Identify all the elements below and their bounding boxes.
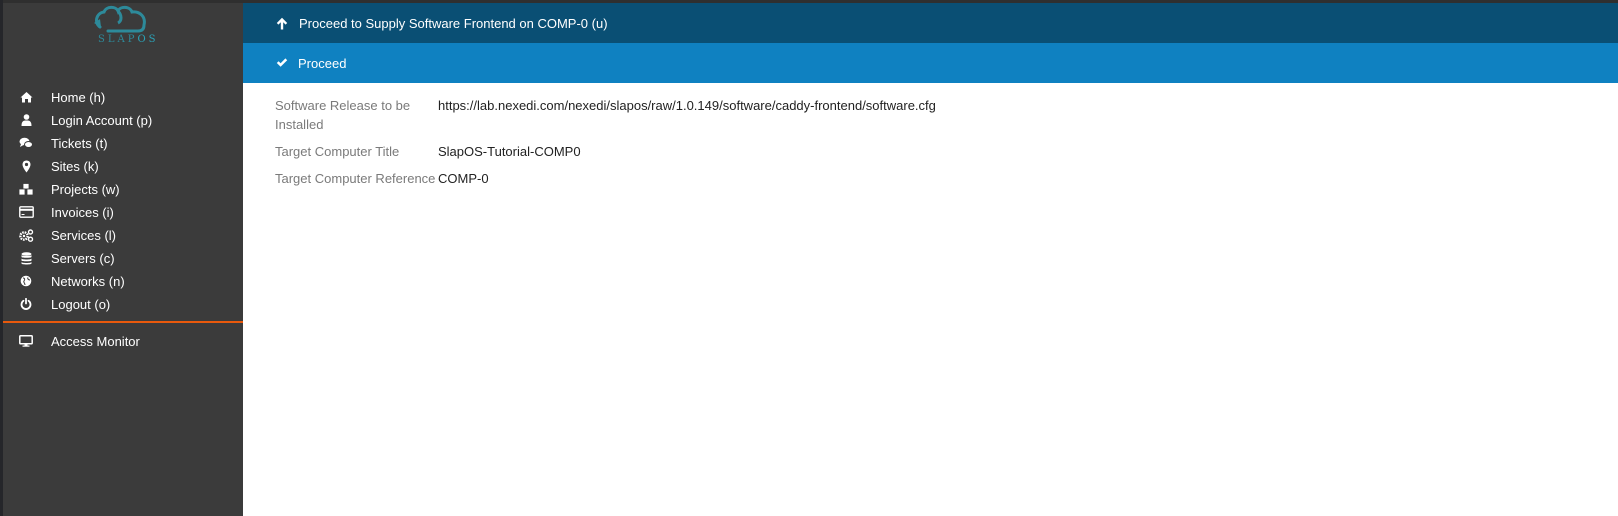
- cogs-icon: [18, 228, 34, 242]
- sidebar-item-label: Projects (w): [51, 182, 120, 197]
- sidebar-item-home[interactable]: Home (h): [3, 86, 243, 109]
- field-label: Target Computer Title: [275, 144, 400, 159]
- sidebar-item-logout[interactable]: Logout (o): [3, 293, 243, 316]
- sidebar-item-login-account[interactable]: Login Account (p): [3, 109, 243, 132]
- sidebar-item-label: Sites (k): [51, 159, 99, 174]
- sidebar-nav: Home (h) Login Account (p) Tickets (t) S…: [3, 86, 243, 316]
- field-value: COMP-0: [438, 171, 489, 186]
- sidebar-item-label: Access Monitor: [51, 334, 140, 349]
- sidebar-item-invoices[interactable]: Invoices (i): [3, 201, 243, 224]
- sidebar-item-services[interactable]: Services (l): [3, 224, 243, 247]
- home-icon: [18, 90, 34, 104]
- field-label: Target Computer Reference: [275, 171, 436, 186]
- field-target-computer-title: Target Computer Title SlapOS-Tutorial-CO…: [275, 142, 936, 161]
- sidebar-separator: [3, 321, 243, 323]
- brand-name-part: SLAP: [98, 34, 138, 45]
- desktop-icon: [18, 334, 34, 348]
- field-label: Software Release to be Installed: [275, 98, 411, 132]
- field-software-release: Software Release to be Installed https:/…: [275, 96, 936, 134]
- sidebar-item-tickets[interactable]: Tickets (t): [3, 132, 243, 155]
- brand-name: SLAPOS: [98, 34, 159, 45]
- sidebar-item-label: Servers (c): [51, 251, 115, 266]
- brand-name-part: OS: [137, 34, 159, 45]
- field-value: https://lab.nexedi.com/nexedi/slapos/raw…: [438, 98, 936, 113]
- sidebar-item-label: Invoices (i): [51, 205, 114, 220]
- proceed-button[interactable]: Proceed: [243, 43, 1618, 83]
- sidebar-item-label: Home (h): [51, 90, 106, 105]
- sidebar-item-sites[interactable]: Sites (k): [3, 155, 243, 178]
- sidebar-item-label: Networks (n): [51, 274, 125, 289]
- check-icon: [275, 56, 289, 70]
- arrow-up-icon: [275, 16, 289, 30]
- sidebar-item-label: Tickets (t): [51, 136, 108, 151]
- cubes-icon: [18, 182, 34, 196]
- sidebar: SLAPOS Home (h) Login Account (p) Ticket…: [3, 3, 243, 516]
- database-icon: [18, 251, 34, 265]
- credit-card-icon: [18, 205, 34, 219]
- user-icon: [18, 113, 34, 127]
- comments-icon: [18, 136, 34, 150]
- form-fields: Software Release to be Installed https:/…: [275, 96, 936, 196]
- sidebar-item-networks[interactable]: Networks (n): [3, 270, 243, 293]
- sidebar-secondary-nav: Access Monitor: [3, 330, 243, 353]
- proceed-button-label: Proceed: [298, 55, 347, 71]
- field-value: SlapOS-Tutorial-COMP0: [438, 144, 581, 159]
- page-title[interactable]: Proceed to Supply Software Frontend on C…: [299, 16, 608, 31]
- main-content: Proceed to Supply Software Frontend on C…: [243, 3, 1618, 186]
- sidebar-item-servers[interactable]: Servers (c): [3, 247, 243, 270]
- page-title-bar: Proceed to Supply Software Frontend on C…: [243, 3, 1618, 43]
- sidebar-item-label: Logout (o): [51, 297, 111, 312]
- sidebar-item-label: Services (l): [51, 228, 117, 243]
- sidebar-item-label: Login Account (p): [51, 113, 153, 128]
- sidebar-item-projects[interactable]: Projects (w): [3, 178, 243, 201]
- power-icon: [18, 297, 34, 311]
- field-target-computer-reference: Target Computer Reference COMP-0: [275, 169, 936, 188]
- sidebar-item-access-monitor[interactable]: Access Monitor: [3, 330, 243, 353]
- globe-icon: [18, 274, 34, 288]
- map-marker-icon: [18, 159, 34, 173]
